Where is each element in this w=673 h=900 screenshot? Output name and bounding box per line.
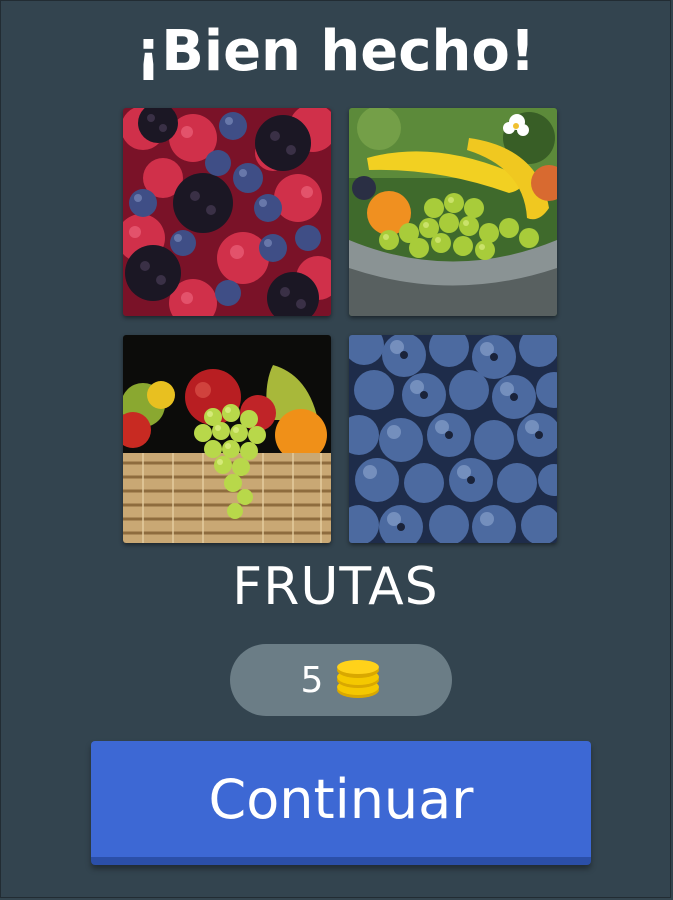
picture-tile-blueberries — [349, 335, 557, 543]
coin-reward-value: 5 — [300, 659, 324, 701]
game-screen: ¡Bien hecho! FRUTAS 5 Continuar — [0, 0, 671, 898]
picture-tile-fruit-basket — [123, 335, 331, 543]
answer-word: FRUTAS — [232, 557, 439, 617]
coin-reward-badge: 5 — [230, 644, 452, 716]
picture-tile-berries — [123, 108, 331, 316]
continue-button-label: Continuar — [208, 767, 474, 831]
continue-button[interactable]: Continuar — [91, 741, 591, 865]
coins-icon — [337, 660, 380, 698]
success-title: ¡Bien hecho! — [135, 19, 536, 84]
picture-tile-fruit-bowl — [349, 108, 557, 316]
